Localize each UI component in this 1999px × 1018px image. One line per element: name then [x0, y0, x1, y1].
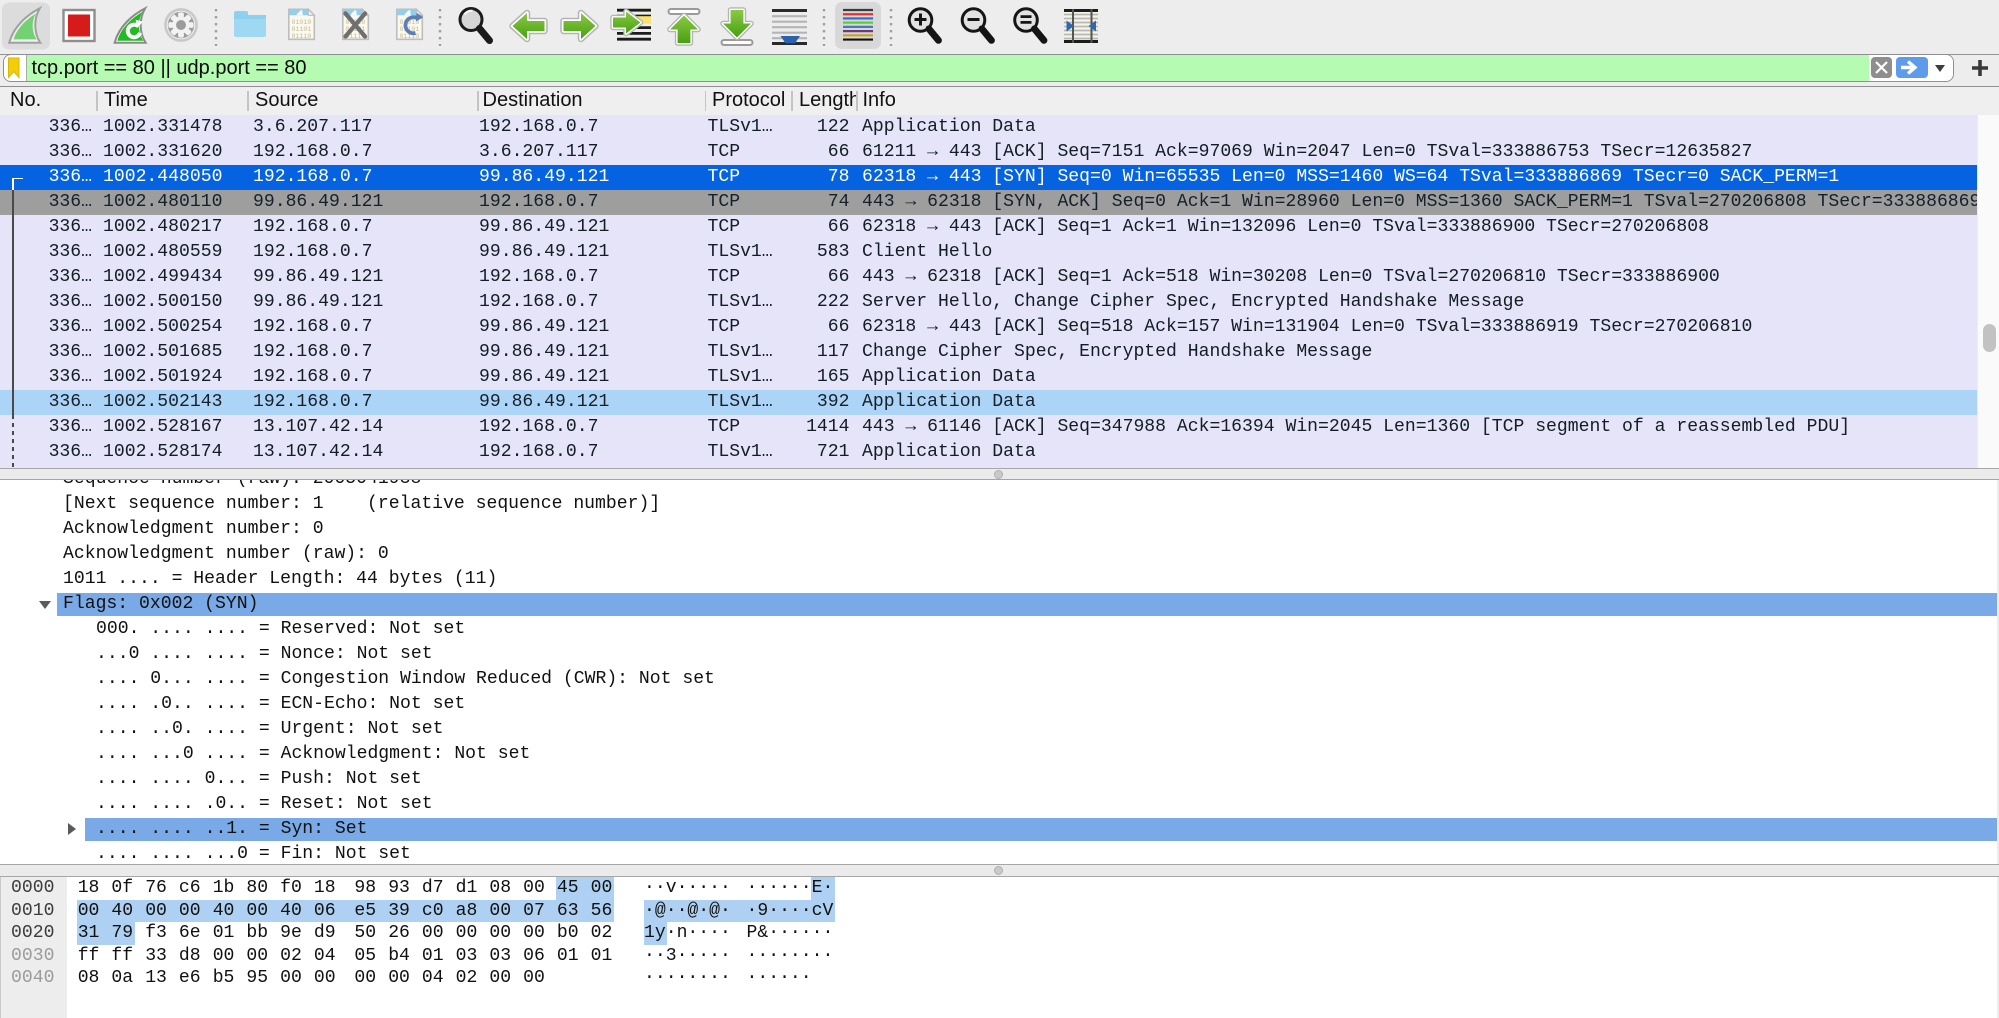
svg-text:01010: 01010: [292, 19, 312, 26]
svg-text:01101: 01101: [292, 26, 312, 33]
svg-text:01110: 01110: [292, 33, 312, 40]
